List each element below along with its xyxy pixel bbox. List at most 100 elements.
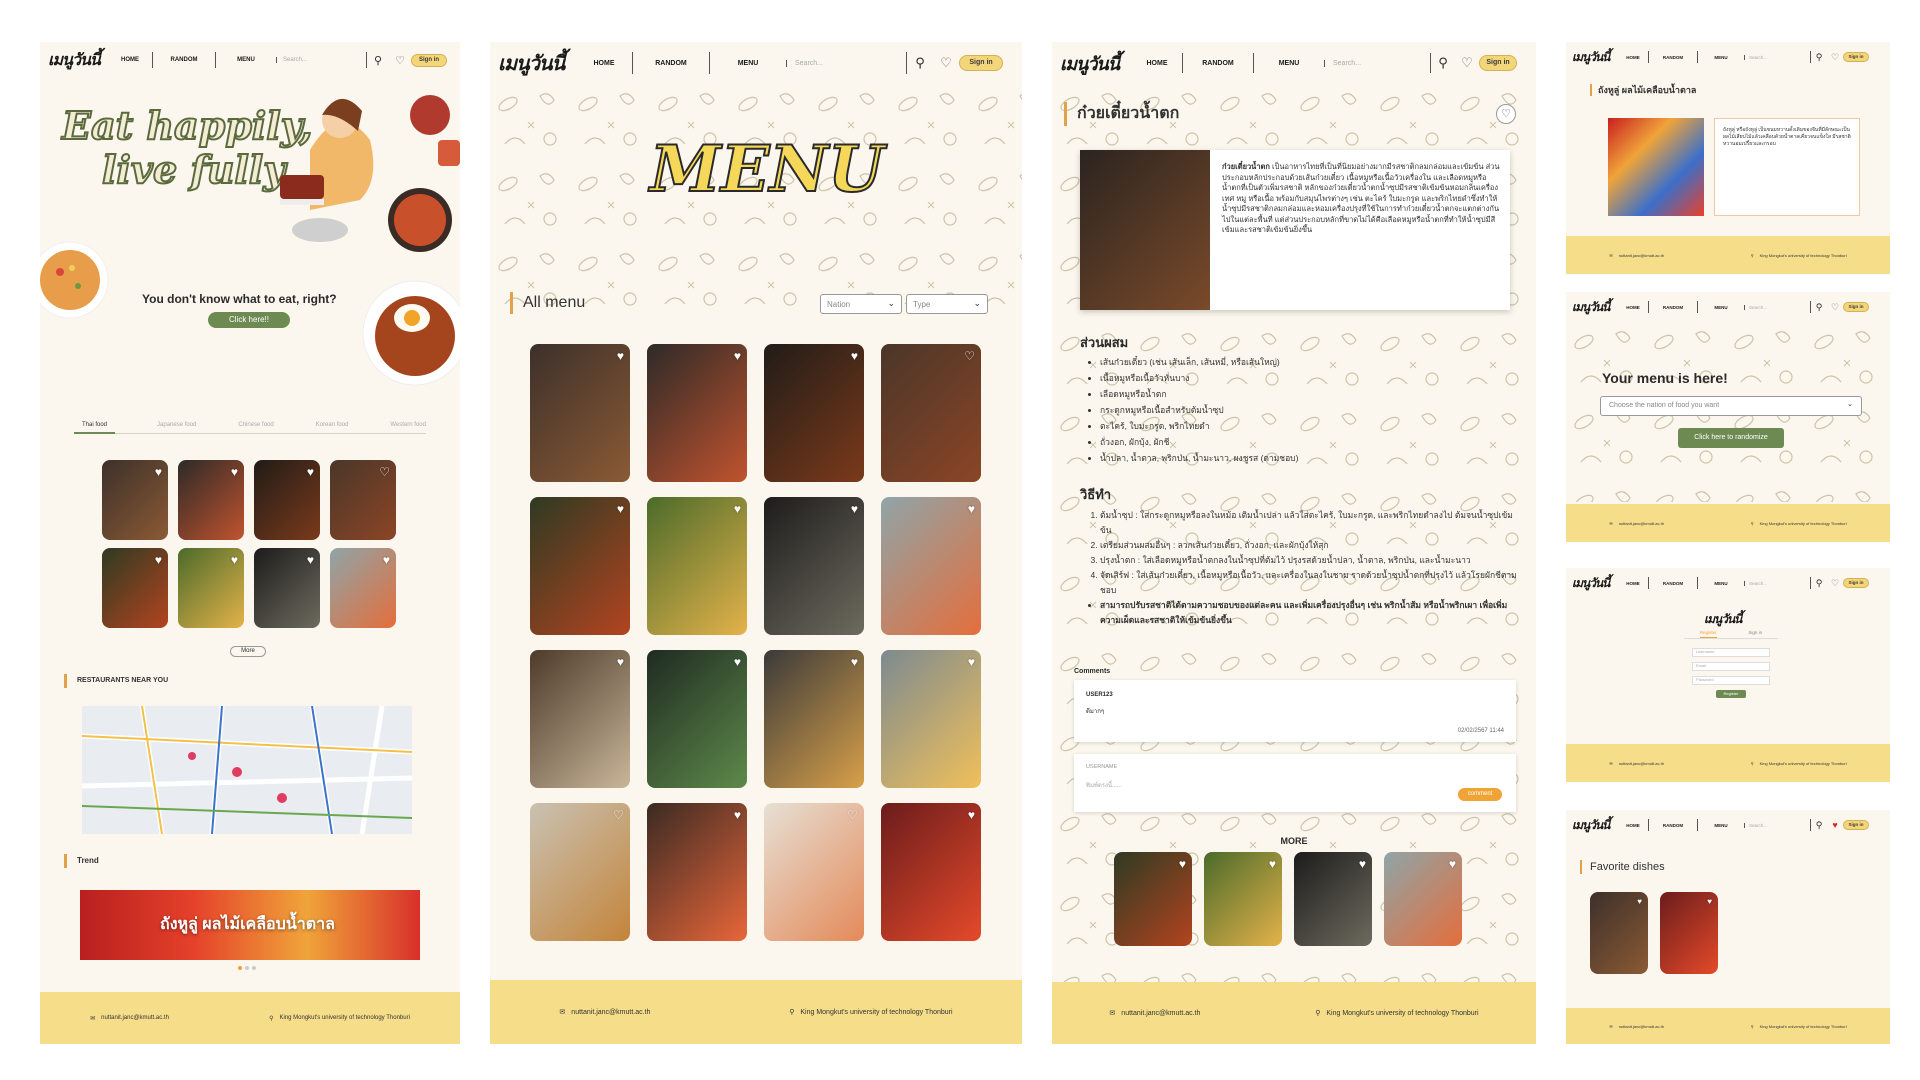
favorite-icon[interactable]: ♥ (231, 553, 238, 567)
footer-email[interactable]: nuttanit.janc@kmutt.ac.th (1619, 761, 1664, 766)
nav-menu[interactable]: MENU (216, 57, 276, 63)
food-card[interactable]: ♥ (764, 344, 864, 482)
tab-thai[interactable]: Thai food (74, 422, 116, 434)
food-card[interactable]: ♥ (1384, 852, 1462, 946)
favorite-icon[interactable]: ♥ (307, 465, 314, 479)
signin-button[interactable]: Sign in (1843, 578, 1869, 588)
signin-button[interactable]: Sign in (959, 55, 1003, 71)
food-card[interactable]: ♥ (530, 344, 630, 482)
search-input[interactable]: Search... (786, 59, 906, 67)
favorite-icon[interactable]: ♡ (964, 349, 975, 363)
heart-icon[interactable]: ♡ (1827, 302, 1843, 313)
food-card[interactable]: ♥ (881, 803, 981, 941)
restaurants-map[interactable] (82, 706, 412, 834)
signin-button[interactable]: Sign in (1479, 55, 1517, 71)
nation-select[interactable]: Choose the nation of food you want ⌄ (1600, 396, 1862, 416)
food-card[interactable]: ♥ (764, 497, 864, 635)
favorite-icon[interactable]: ♥ (231, 465, 238, 479)
tab-signin[interactable]: Sign in (1748, 630, 1762, 638)
heart-icon[interactable]: ♡ (1827, 52, 1843, 63)
food-card[interactable]: ♡ (530, 803, 630, 941)
carousel-dots[interactable] (238, 966, 256, 970)
search-icon[interactable]: ⚲ (907, 55, 933, 71)
signin-button[interactable]: Sign in (1843, 302, 1869, 312)
favorite-icon[interactable]: ♥ (617, 502, 624, 516)
favorite-icon[interactable]: ♥ (1707, 897, 1712, 906)
more-button[interactable]: More (230, 646, 266, 657)
food-card[interactable]: ♥ (881, 650, 981, 788)
food-card[interactable]: ♥ (647, 344, 747, 482)
nav-home[interactable]: HOME (576, 60, 632, 67)
favorite-icon[interactable]: ♥ (617, 349, 624, 363)
password-field[interactable]: Password (1692, 676, 1770, 685)
tab-japanese[interactable]: Japanese food (157, 422, 196, 428)
favorite-icon[interactable]: ♥ (1179, 857, 1186, 871)
food-card[interactable]: ♥ (1204, 852, 1282, 946)
footer-email[interactable]: nuttanit.janc@kmutt.ac.th (101, 1015, 169, 1021)
food-card[interactable]: ♥ (102, 460, 168, 540)
heart-icon[interactable]: ♡ (389, 54, 411, 67)
favorite-icon[interactable]: ♥ (383, 553, 390, 567)
nation-filter[interactable]: Nation ⌄ (820, 294, 902, 314)
favorite-icon[interactable]: ♥ (1637, 897, 1642, 906)
favorite-icon[interactable]: ♥ (968, 502, 975, 516)
nav-menu[interactable]: MENU (1698, 305, 1744, 310)
tab-korean[interactable]: Korean food (316, 422, 349, 428)
logo[interactable]: เมนูวันนี้ (1572, 574, 1618, 593)
logo[interactable]: เมนูวันนี้ (48, 48, 108, 73)
search-icon[interactable]: ⚲ (1811, 820, 1827, 831)
favorite-icon[interactable]: ♥ (851, 655, 858, 669)
logo[interactable]: เมนูวันนี้ (1572, 298, 1618, 317)
food-card[interactable]: ♥ (254, 460, 320, 540)
favorite-icon[interactable]: ♥ (155, 553, 162, 567)
nav-home[interactable]: HOME (1618, 305, 1648, 310)
search-input[interactable]: Search... (1744, 54, 1810, 60)
food-card[interactable]: ♥ (254, 548, 320, 628)
food-card[interactable]: ♥ (530, 650, 630, 788)
search-input[interactable]: Search... (1324, 59, 1430, 67)
signin-button[interactable]: Sign in (411, 53, 447, 67)
nav-menu[interactable]: MENU (1698, 55, 1744, 60)
signin-button[interactable]: Sign in (1843, 820, 1869, 830)
food-card[interactable]: ♥ (530, 497, 630, 635)
tab-register[interactable]: Register (1699, 630, 1717, 638)
nav-random[interactable]: RANDOM (1649, 581, 1697, 586)
signin-button[interactable]: Sign in (1843, 52, 1869, 62)
favorite-icon[interactable]: ♥ (307, 553, 314, 567)
nav-menu[interactable]: MENU (1698, 823, 1744, 828)
footer-email[interactable]: nuttanit.janc@kmutt.ac.th (1619, 521, 1664, 526)
food-card[interactable]: ♥ (1114, 852, 1192, 946)
logo[interactable]: เมนูวันนี้ (1060, 49, 1132, 78)
type-filter[interactable]: Type ⌄ (906, 294, 988, 314)
click-here-button[interactable]: Click here!! (208, 312, 290, 328)
food-card[interactable]: ♡ (764, 803, 864, 941)
nav-home[interactable]: HOME (1618, 55, 1648, 60)
heart-icon[interactable]: ♡ (1455, 55, 1479, 71)
tab-chinese[interactable]: Chinese food (238, 422, 273, 428)
favorite-icon[interactable]: ♥ (851, 502, 858, 516)
food-card[interactable]: ♥ (881, 497, 981, 635)
footer-email[interactable]: nuttanit.janc@kmutt.ac.th (571, 1009, 650, 1016)
search-icon[interactable]: ⚲ (367, 54, 389, 67)
food-card[interactable]: ♡ (330, 460, 396, 540)
food-card[interactable]: ♥ (647, 497, 747, 635)
food-card[interactable]: ♥ (1590, 892, 1648, 974)
search-icon[interactable]: ⚲ (1431, 55, 1455, 71)
nav-menu[interactable]: MENU (1254, 60, 1324, 67)
footer-email[interactable]: nuttanit.janc@kmutt.ac.th (1619, 253, 1664, 258)
search-icon[interactable]: ⚲ (1811, 52, 1827, 63)
favorite-icon[interactable]: ♥ (617, 655, 624, 669)
favorite-icon[interactable]: ♡ (613, 808, 624, 822)
food-card[interactable]: ♡ (881, 344, 981, 482)
favorite-icon[interactable]: ♥ (1449, 857, 1456, 871)
food-card[interactable]: ♥ (330, 548, 396, 628)
tab-western[interactable]: Western food (390, 422, 426, 428)
search-input[interactable]: Search... (1744, 580, 1810, 586)
favorite-icon[interactable]: ♡ (379, 465, 390, 479)
search-icon[interactable]: ⚲ (1811, 578, 1827, 589)
favorite-icon[interactable]: ♥ (968, 808, 975, 822)
favorite-icon[interactable]: ♥ (1359, 857, 1366, 871)
logo[interactable]: เมนูวันนี้ (1572, 48, 1618, 67)
heart-icon[interactable]: ♡ (1827, 578, 1843, 589)
search-input[interactable]: Search... (1744, 822, 1810, 828)
